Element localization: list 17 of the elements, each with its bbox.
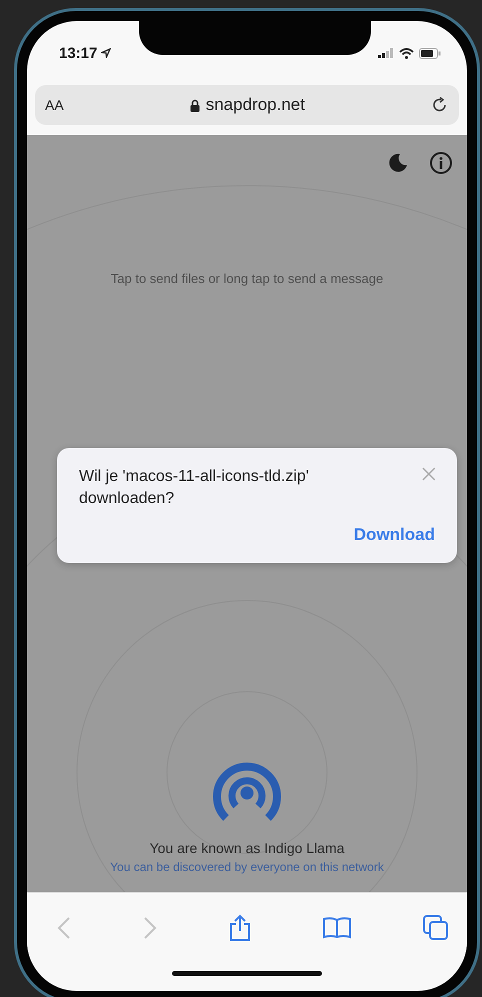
discovery-text: You can be discovered by everyone on this network — [110, 860, 384, 874]
download-button[interactable]: Download — [352, 520, 437, 549]
moon-icon[interactable] — [387, 152, 409, 174]
lock-icon — [190, 98, 200, 112]
battery-icon — [419, 48, 441, 58]
dialog-message: Wil je 'macos-11-all-icons-tld.zip' downloaden? — [79, 467, 310, 510]
status-time: 13:17 — [59, 44, 98, 62]
info-icon[interactable] — [429, 151, 453, 175]
address-bar[interactable]: AA snapdrop.net — [35, 85, 459, 125]
hint-text: Tap to send files or long tap to send a message — [110, 271, 384, 286]
signal-icon — [378, 48, 394, 58]
text-size-button[interactable]: AA — [45, 97, 64, 113]
wifi-icon — [399, 48, 414, 58]
url-text: snapdrop.net — [206, 95, 305, 115]
device-name-text: You are known as Indigo Llama — [150, 840, 344, 856]
location-arrow-icon — [101, 48, 112, 58]
close-icon[interactable] — [421, 466, 437, 482]
